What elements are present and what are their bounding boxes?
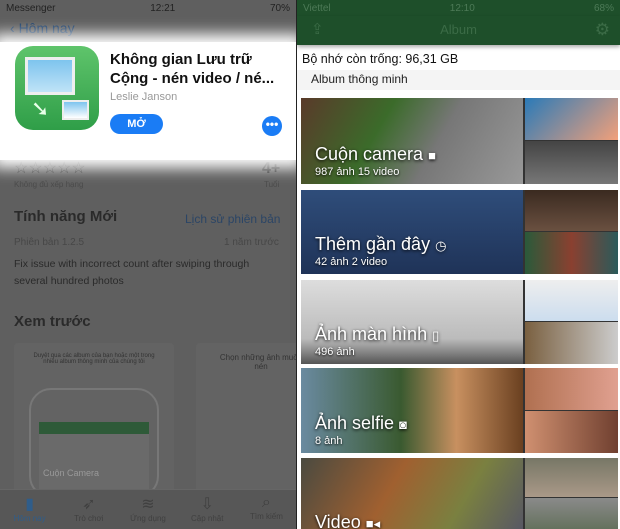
album-item[interactable]: Ảnh selfie ◙ 8 ảnh	[301, 368, 618, 453]
release-notes: Fix issue with incorrect count after swi…	[14, 258, 250, 287]
whats-new-title: Tính năng Mới	[14, 208, 118, 225]
tab-label: Ứng dụng	[130, 514, 166, 523]
album-type-icon: ▯	[432, 328, 440, 343]
album-count: 987 ảnh 15 video	[315, 166, 400, 178]
layers-icon: ≋	[141, 496, 155, 513]
album-item[interactable]: Ảnh màn hình ▯ 496 ảnh	[301, 280, 618, 364]
status-bar: Messenger 12:21 70%	[0, 0, 296, 16]
tab-label: Trò chơi	[74, 514, 104, 523]
album-type-icon: ■◂	[365, 516, 381, 529]
album-thumb	[525, 498, 618, 529]
album-item[interactable]: Video ■◂	[301, 458, 618, 529]
album-item[interactable]: Thêm gần đây ◷ 42 ảnh 2 video	[301, 190, 618, 274]
age-rating: 4+	[262, 160, 281, 177]
tab-label: Cập nhật	[190, 514, 224, 523]
battery: 68%	[593, 2, 614, 14]
tab-apps[interactable]: ≋ Ứng dụng	[118, 490, 177, 529]
album-thumb	[525, 368, 618, 410]
album-thumb	[525, 322, 618, 364]
clock: 12:21	[150, 2, 176, 14]
preview-caption: Duyệt qua các album của bạn hoặc một tro…	[33, 353, 155, 365]
album-thumb	[525, 410, 618, 453]
version: Phiên bản 1.2.5	[14, 237, 85, 248]
tab-bar: ▮ Hôm nay ➶ Trò chơi ≋ Ứng dụng ⇩ Cập nhật ⌕…	[0, 489, 296, 529]
album-thumb	[525, 141, 618, 184]
album-name: Cuộn camera ■	[315, 144, 436, 164]
album-type-icon: ◷	[435, 238, 447, 253]
app-icon: ➘	[15, 46, 99, 130]
upload-icon[interactable]: ⇪	[311, 16, 324, 43]
tab-label: Hôm nay	[13, 514, 46, 523]
search-icon: ⌕	[261, 494, 271, 511]
photo-small-icon	[62, 100, 89, 120]
back-button[interactable]: ‹ Hôm nay	[0, 16, 296, 42]
app-card: ➘ Không gian Lưu trữ Cộng - nén video / …	[0, 42, 296, 160]
album-name: Ảnh selfie ◙	[315, 413, 407, 433]
age-label: Tuổi	[264, 180, 280, 189]
photo-icon	[25, 57, 75, 95]
tab-games[interactable]: ➶ Trò chơi	[59, 490, 118, 529]
back-label: Hôm nay	[18, 20, 75, 36]
arrow-icon: ➘	[31, 96, 50, 121]
album-type-icon: ◙	[399, 417, 407, 432]
album-name: Video ■◂	[315, 512, 381, 529]
rocket-icon: ➶	[82, 496, 96, 513]
preview-caption: Chọn những ảnh muốn nén	[219, 353, 296, 371]
album-type-icon: ■	[428, 148, 436, 163]
album-thumb	[525, 98, 618, 141]
album-app-panel: Viettel 12:10 68% ⇪ Album ⚙ Bộ nhớ còn t…	[297, 0, 620, 529]
version-history-link[interactable]: Lịch sử phiên bản	[185, 212, 280, 226]
download-icon: ⇩	[200, 496, 214, 513]
app-developer[interactable]: Leslie Janson	[110, 91, 177, 103]
preview-album-label: Cuộn Camera	[43, 468, 100, 478]
rating-stars: ☆☆☆☆☆	[14, 160, 86, 177]
preview-title: Xem trước	[14, 313, 91, 330]
free-space: Bộ nhớ còn trống: 96,31 GB	[302, 52, 459, 66]
today-icon: ▮	[25, 496, 34, 513]
album-count: 496 ảnh	[315, 346, 355, 358]
status-bar: Viettel 12:10 68%	[297, 0, 620, 16]
app-title: Không gian Lưu trữ Cộng - nén video / né…	[110, 51, 275, 87]
album-thumb	[525, 458, 618, 498]
version-date: 1 năm trước	[224, 237, 279, 248]
album-count: 42 ảnh 2 video	[315, 256, 388, 268]
tab-updates[interactable]: ⇩ Cập nhật	[178, 490, 237, 529]
album-name: Ảnh màn hình ▯	[315, 324, 440, 344]
more-button[interactable]: •••	[262, 116, 282, 136]
tab-label: Tìm kiếm	[249, 512, 283, 521]
carrier: Messenger	[6, 2, 56, 14]
app-store-panel: Messenger 12:21 70% ‹ Hôm nay ☆☆☆☆☆ Khôn…	[0, 0, 296, 529]
album-thumb	[525, 232, 618, 274]
album-name: Thêm gần đây ◷	[315, 234, 447, 254]
section-title: Album thông minh	[297, 70, 620, 90]
carrier: Viettel	[303, 2, 331, 14]
tab-today[interactable]: ▮ Hôm nay	[0, 490, 59, 529]
phone-frame: Cuộn Camera	[29, 388, 159, 502]
tab-search[interactable]: ⌕ Tìm kiếm	[237, 490, 296, 529]
album-count: 8 ảnh	[315, 435, 343, 447]
battery: 70%	[269, 2, 290, 14]
gear-icon[interactable]: ⚙	[595, 16, 610, 43]
preview-screenshot-2[interactable]: Chọn những ảnh muốn nén	[196, 343, 296, 493]
rating-text: Không đủ xếp hạng	[14, 180, 84, 189]
open-button[interactable]: MỞ	[110, 114, 163, 134]
nav-bar: ⇪ Album ⚙	[297, 16, 620, 45]
album-item[interactable]: Cuộn camera ■ 987 ảnh 15 video	[301, 98, 618, 184]
nav-title: Album	[440, 22, 477, 37]
album-thumb	[525, 190, 618, 232]
clock: 12:10	[449, 2, 475, 14]
album-thumb	[525, 280, 618, 322]
preview-screenshot-1[interactable]: Duyệt qua các album của bạn hoặc một tro…	[14, 343, 174, 502]
